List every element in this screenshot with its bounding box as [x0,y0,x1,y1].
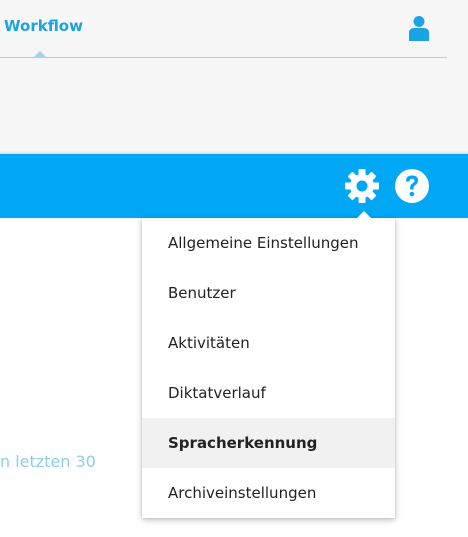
user-icon[interactable] [408,15,430,41]
header-area: Workflow [0,0,468,154]
menu-item-aktivitaeten[interactable]: Aktivitäten [142,318,395,368]
gear-icon-graphic [345,169,379,203]
menu-item-spracherkennung[interactable]: Spracherkennung [142,418,395,468]
menu-pointer [357,211,371,218]
menu-item-benutzer[interactable]: Benutzer [142,268,395,318]
help-icon[interactable] [394,168,430,204]
tab-workflow[interactable]: Workflow [4,17,83,35]
gear-icon[interactable] [343,168,381,204]
background-text: n letzten 30 [0,452,96,471]
menu-item-archiveinstellungen[interactable]: Archiveinstellungen [142,468,395,518]
menu-item-diktatverlauf[interactable]: Diktatverlauf [142,368,395,418]
nav-divider [0,57,447,58]
menu-item-allgemeine-einstellungen[interactable]: Allgemeine Einstellungen [142,218,395,268]
help-icon-graphic [395,169,429,203]
user-icon-graphic [409,16,429,41]
toolbar [0,154,468,218]
settings-menu: Allgemeine Einstellungen Benutzer Aktivi… [142,218,395,518]
page: Workflow n letzten 30 Allgemeine Einstel… [0,0,468,537]
